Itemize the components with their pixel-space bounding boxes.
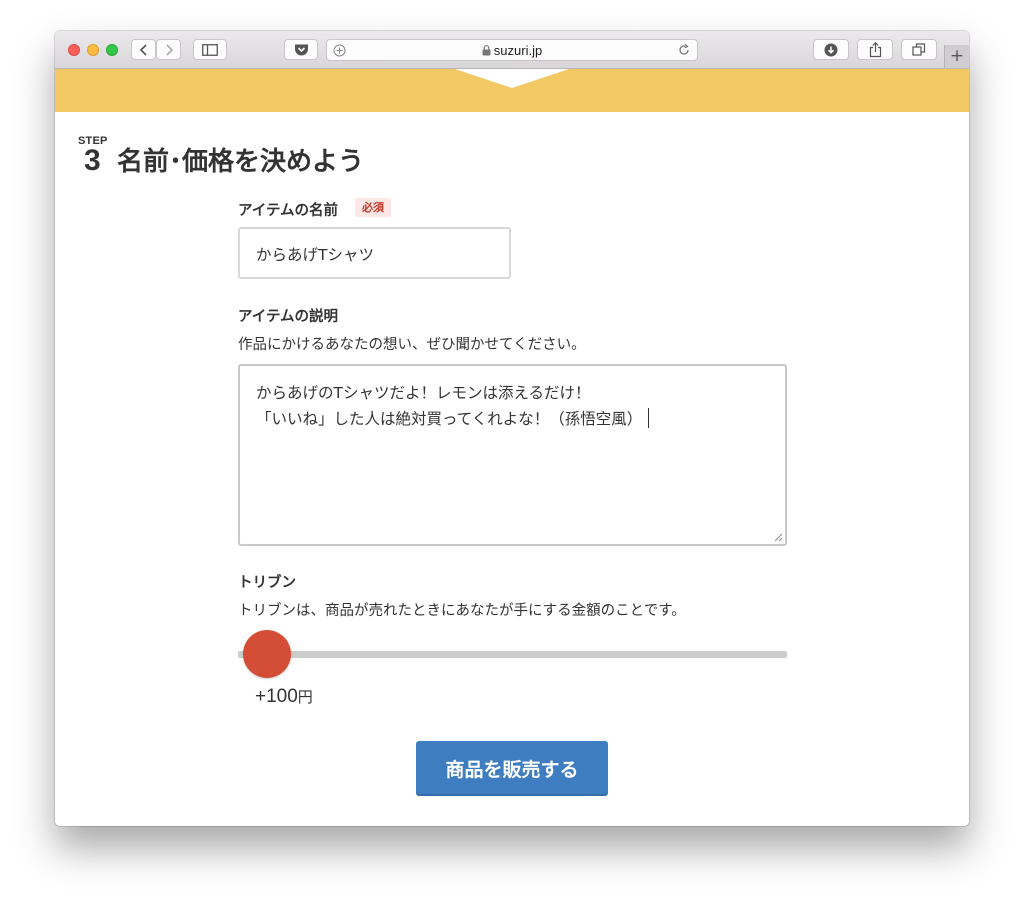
pocket-button[interactable] (284, 39, 318, 60)
tabs-icon (912, 43, 926, 56)
item-name-value: からあげTシャツ (256, 246, 374, 264)
sidebar-button[interactable] (193, 39, 227, 60)
forward-button[interactable] (156, 39, 181, 60)
text-caret (648, 408, 650, 428)
downloads-button[interactable] (813, 39, 849, 60)
sell-item-button[interactable]: 商品を販売する (416, 741, 608, 796)
description-line: からあげのTシャツだよ！レモンは添えるだけ！ (256, 384, 591, 402)
zoom-window-button[interactable] (106, 44, 118, 56)
lock-icon (482, 45, 491, 56)
item-description-hint: 作品にかけるあなたの想い、ぜひ聞かせてください。 (238, 337, 586, 353)
step-indicator-notch (455, 69, 569, 88)
item-description-label: アイテムの説明 (238, 309, 339, 325)
reload-icon[interactable] (677, 43, 691, 57)
new-tab-button[interactable]: + (944, 45, 969, 68)
tribun-slider-thumb[interactable] (243, 630, 292, 678)
minimize-window-button[interactable] (87, 44, 99, 56)
tribun-slider-track[interactable] (238, 651, 787, 658)
item-name-label: アイテムの名前 (238, 203, 339, 219)
close-window-button[interactable] (68, 44, 80, 56)
back-button[interactable] (131, 39, 156, 60)
required-badge: 必須 (355, 198, 391, 217)
item-name-input[interactable]: からあげTシャツ (238, 227, 511, 279)
new-tab-icon: + (949, 46, 965, 66)
resize-handle-icon[interactable] (774, 533, 783, 542)
url-text: suzuri.jp (493, 43, 543, 58)
url-display[interactable]: suzuri.jp (327, 43, 697, 58)
address-bar[interactable]: suzuri.jp (326, 39, 698, 61)
step-number: 3 (84, 144, 101, 177)
share-icon (869, 41, 881, 57)
pocket-icon (294, 44, 308, 56)
download-icon (824, 43, 838, 56)
tabs-overview-button[interactable] (901, 39, 937, 60)
header-banner (55, 69, 969, 112)
tribun-amount: +100 (255, 686, 298, 707)
item-description-textarea[interactable]: からあげのTシャツだよ！レモンは添えるだけ！ 「いいね」した人は絶対買ってくれよ… (238, 364, 787, 546)
share-button[interactable] (857, 39, 893, 60)
description-line: 「いいね」した人は絶対買ってくれよな！（孫悟空風） (256, 406, 769, 432)
forward-icon (165, 43, 173, 56)
back-icon (139, 43, 147, 56)
tribun-price: +100円 (255, 686, 313, 708)
page-title: 名前･価格を決めよう (117, 147, 365, 177)
sidebar-icon (202, 43, 218, 56)
browser-toolbar: suzuri.jp + (55, 31, 969, 69)
currency-unit: 円 (297, 688, 313, 706)
browser-window: suzuri.jp + STEP 3 名前･価格を決めよう アイテムの名前 必須… (55, 31, 969, 826)
step-form: STEP 3 名前･価格を決めよう アイテムの名前 必須 からあげTシャツ アイ… (55, 112, 969, 826)
tribun-hint: トリブンは、商品が売れたときにあなたが手にする金額のことです。 (238, 603, 686, 619)
tribun-label: トリブン (238, 575, 296, 591)
